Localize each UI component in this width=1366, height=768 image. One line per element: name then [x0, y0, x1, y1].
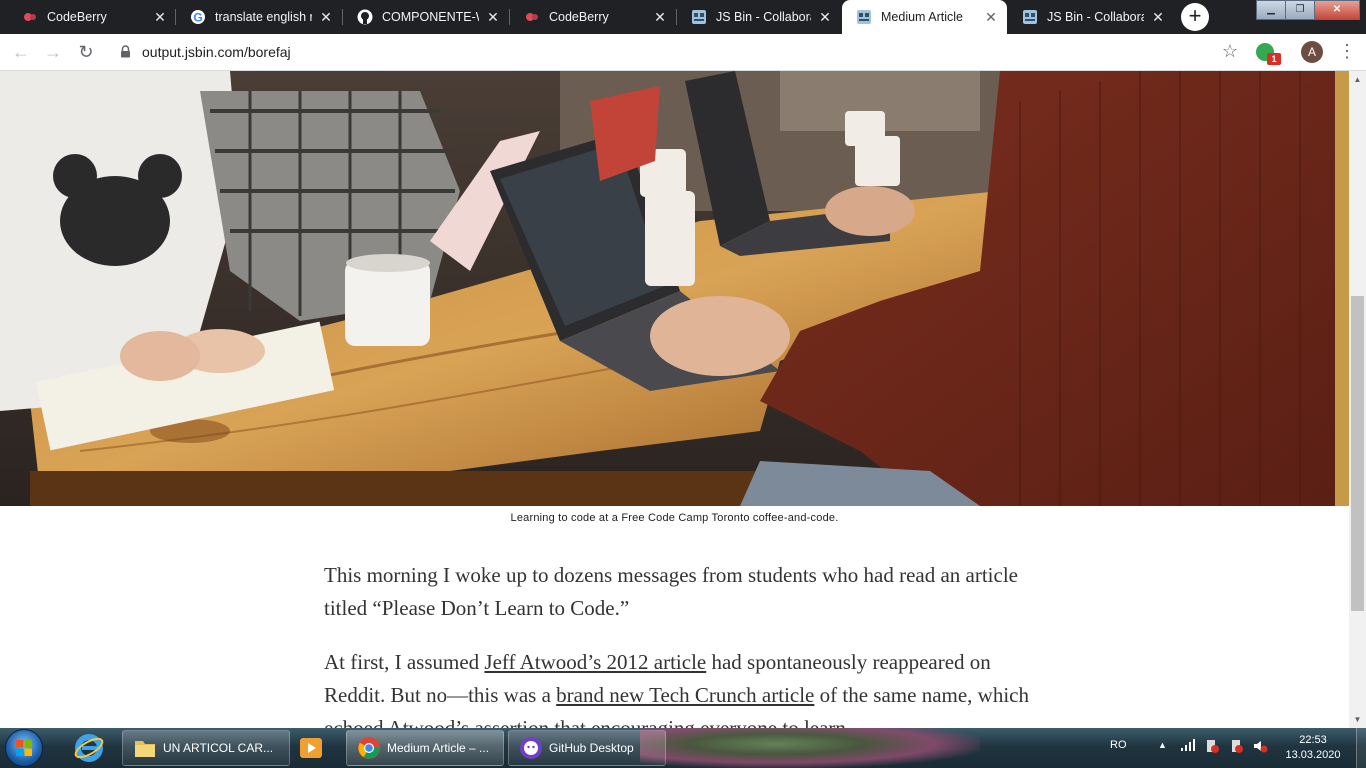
wallpaper-glimpse — [640, 728, 980, 768]
tab-title: Medium Article — [881, 10, 963, 24]
windows-taskbar: UN ARTICOL CAR... Medium Article – ... G… — [0, 728, 1366, 768]
internet-explorer-icon[interactable] — [62, 731, 116, 765]
google-icon: G — [190, 9, 206, 25]
new-tab-button[interactable]: + — [1181, 3, 1209, 31]
menu-dots-icon[interactable]: ⋮ — [1338, 40, 1356, 64]
page-viewport: Learning to code at a Free Code Camp Tor… — [0, 71, 1349, 728]
profile-avatar[interactable]: A — [1301, 41, 1323, 63]
tab-jsbin-1[interactable]: JS Bin - Collaborati ✕ — [677, 0, 841, 34]
folder-icon — [135, 741, 155, 757]
forward-icon[interactable]: → — [42, 41, 64, 63]
minimize-icon[interactable]: ▁ — [1256, 0, 1286, 20]
jsbin-icon — [691, 9, 707, 25]
chrome-icon — [358, 737, 380, 759]
extension-badge: 1 — [1267, 53, 1281, 65]
close-tab-icon[interactable]: ✕ — [318, 9, 334, 25]
taskbar-button-label: GitHub Desktop — [549, 741, 634, 755]
url-text: output.jsbin.com/borefaj — [142, 44, 291, 60]
svg-text:G: G — [193, 11, 202, 25]
image-caption: Learning to code at a Free Code Camp Tor… — [510, 512, 839, 524]
taskbar-button-label: UN ARTICOL CAR... — [163, 741, 274, 755]
tab-medium-article[interactable]: Medium Article ✕ — [842, 0, 1007, 34]
scroll-down-arrow-icon[interactable]: ▼ — [1349, 711, 1366, 728]
article-body: This morning I woke up to dozens message… — [324, 559, 1029, 728]
paragraph-text: At first, I assumed — [324, 650, 485, 674]
browser-toolbar: ← → ↻ output.jsbin.com/borefaj ☆ 1 A ⋮ — [0, 34, 1366, 71]
volume-muted-icon[interactable] — [1252, 738, 1268, 757]
address-bar[interactable]: output.jsbin.com/borefaj ☆ — [112, 38, 1242, 66]
tab-title: CodeBerry — [47, 10, 107, 24]
scroll-up-arrow-icon[interactable]: ▲ — [1349, 71, 1366, 88]
tab-codeberry-2[interactable]: CodeBerry ✕ — [510, 0, 676, 34]
tab-title: COMPONENTE-WE — [382, 10, 479, 24]
close-tab-icon[interactable]: ✕ — [817, 9, 833, 25]
back-icon[interactable]: ← — [10, 41, 32, 63]
taskbar-button-folder[interactable]: UN ARTICOL CAR... — [122, 730, 290, 766]
taskbar-clock[interactable]: 22:53 13.03.2020 — [1282, 733, 1344, 763]
article-paragraph: At first, I assumed Jeff Atwood’s 2012 a… — [324, 646, 1029, 728]
article-hero-image — [0, 71, 1349, 506]
window-controls: ▁ ❐ ✕ — [1256, 0, 1360, 20]
tab-title: CodeBerry — [549, 10, 609, 24]
close-tab-icon[interactable]: ✕ — [152, 9, 168, 25]
jsbin-icon — [1022, 9, 1038, 25]
tab-translate[interactable]: G translate english ro ✕ — [176, 0, 342, 34]
show-hidden-icons-icon[interactable]: ▲ — [1158, 740, 1167, 750]
tab-strip: CodeBerry ✕ G translate english ro ✕ COM… — [0, 0, 1366, 34]
close-tab-icon[interactable]: ✕ — [485, 9, 501, 25]
tab-title: JS Bin - Collaborati — [716, 10, 811, 24]
tab-title: translate english ro — [215, 10, 312, 24]
windows-logo-icon — [16, 740, 32, 756]
tab-jsbin-2[interactable]: JS Bin - Collaborati ✕ — [1008, 0, 1174, 34]
maximize-icon[interactable]: ❐ — [1285, 0, 1315, 20]
page-scrollbar[interactable]: ▲ ▼ — [1349, 71, 1366, 728]
codeberry-icon — [524, 9, 540, 25]
action-center-icon[interactable] — [1204, 738, 1220, 757]
power-icon[interactable] — [1228, 738, 1244, 757]
bookmark-star-icon[interactable]: ☆ — [1222, 41, 1238, 62]
media-player-icon[interactable] — [284, 731, 338, 765]
start-button[interactable] — [5, 729, 43, 767]
language-indicator[interactable]: RO — [1110, 739, 1127, 751]
clock-time: 22:53 — [1299, 734, 1327, 746]
close-window-icon[interactable]: ✕ — [1314, 0, 1360, 20]
close-tab-icon[interactable]: ✕ — [652, 9, 668, 25]
taskbar-button-github-desktop[interactable]: GitHub Desktop — [508, 730, 666, 766]
clock-date: 13.03.2020 — [1285, 749, 1341, 761]
jeff-atwood-article-link[interactable]: Jeff Atwood’s 2012 article — [484, 650, 706, 674]
close-tab-icon[interactable]: ✕ — [1150, 9, 1166, 25]
network-signal-icon[interactable] — [1180, 738, 1196, 755]
jsbin-icon — [856, 9, 872, 25]
github-desktop-icon — [520, 737, 542, 759]
close-tab-icon[interactable]: ✕ — [983, 9, 999, 25]
tab-componente[interactable]: COMPONENTE-WE ✕ — [343, 0, 509, 34]
tech-crunch-article-link[interactable]: brand new Tech Crunch article — [556, 683, 814, 707]
article-paragraph: This morning I woke up to dozens message… — [324, 563, 1018, 620]
show-desktop-button[interactable] — [1356, 728, 1366, 768]
tab-codeberry-1[interactable]: CodeBerry ✕ — [8, 0, 176, 34]
tab-title: JS Bin - Collaborati — [1047, 10, 1144, 24]
codeberry-icon — [22, 9, 38, 25]
taskbar-button-chrome[interactable]: Medium Article – ... — [346, 730, 504, 766]
lock-icon[interactable] — [120, 45, 131, 63]
reload-icon[interactable]: ↻ — [75, 41, 97, 63]
scrollbar-thumb[interactable] — [1351, 296, 1364, 611]
taskbar-button-label: Medium Article – ... — [387, 741, 490, 755]
github-icon — [357, 9, 373, 25]
